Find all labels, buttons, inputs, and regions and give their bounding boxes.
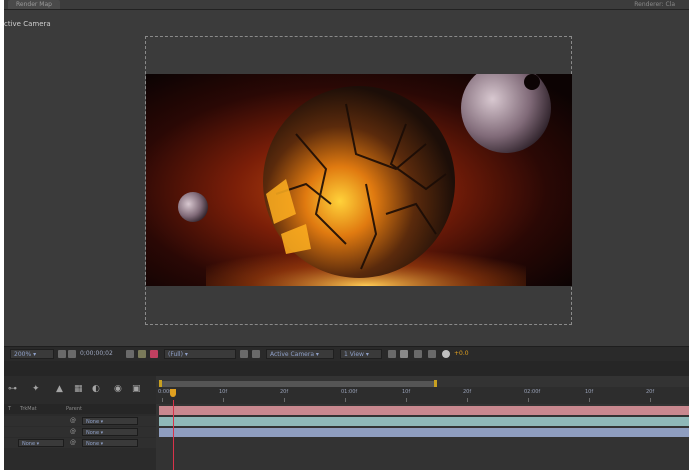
timeline-switches-bar: ⊶ ✦ ▲ ▦ ◐ ◉ ▣: [4, 376, 156, 402]
view-layout-value: 1 View: [344, 351, 364, 358]
parent-dropdown[interactable]: None ▾: [82, 428, 138, 436]
exposure-value[interactable]: +0.0: [454, 350, 469, 358]
ruler-label: 10f: [402, 389, 411, 395]
frame-blending-icon[interactable]: ▦: [74, 384, 83, 394]
column-t: T: [8, 406, 12, 412]
ruler-label: 01:00f: [341, 389, 358, 395]
parent-dropdown[interactable]: None ▾: [82, 417, 138, 425]
shy-layers-icon[interactable]: ▲: [56, 384, 63, 394]
camera-dropdown[interactable]: Active Camera ▾: [266, 349, 334, 359]
exposure-icon[interactable]: [442, 350, 450, 358]
ruler-label: 02:00f: [524, 389, 541, 395]
exploding-planet-image: [146, 74, 572, 286]
layer-duration-bar[interactable]: [159, 406, 689, 415]
camera-value: Active Camera: [270, 351, 315, 358]
brainstorm-icon[interactable]: ▣: [132, 384, 141, 394]
current-time-indicator[interactable]: [170, 389, 176, 397]
trkmat-value: None: [22, 441, 36, 447]
parent-dropdown[interactable]: None ▾: [82, 439, 138, 447]
fast-preview-icon[interactable]: [400, 350, 408, 358]
pickwhip-icon[interactable]: @: [70, 417, 76, 425]
ruler-tick: [467, 398, 468, 402]
ruler-tick: [589, 398, 590, 402]
ruler-label: 20f: [280, 389, 289, 395]
parent-value: None: [86, 441, 100, 447]
layer-row[interactable]: @ None ▾: [4, 427, 156, 437]
panel-divider[interactable]: [4, 361, 689, 376]
show-snapshot-icon[interactable]: [138, 350, 146, 358]
ruler-label: 20f: [646, 389, 655, 395]
snapshot-icon[interactable]: [126, 350, 134, 358]
ruler-tick: [162, 398, 163, 402]
toggle-pixel-icon[interactable]: [388, 350, 396, 358]
zoom-value: 200%: [14, 351, 32, 358]
tab-render-map[interactable]: Render Map: [8, 0, 60, 9]
resolution-value: (Full): [168, 351, 183, 358]
trkmat-dropdown[interactable]: None ▾: [18, 439, 64, 447]
draft-3d-icon[interactable]: ✦: [32, 384, 40, 394]
pickwhip-icon[interactable]: @: [70, 439, 76, 447]
mask-icon[interactable]: [68, 350, 76, 358]
active-camera-label: ctive Camera: [4, 20, 51, 28]
parent-value: None: [86, 419, 100, 425]
parent-value: None: [86, 430, 100, 436]
ruler-tick: [650, 398, 651, 402]
current-time[interactable]: 0;00;00;02: [80, 350, 113, 358]
composition-viewer[interactable]: ctive Camera: [4, 10, 689, 346]
panel-tabs-bar: Render Map Renderer: Cla: [4, 0, 689, 10]
after-effects-window: Render Map Renderer: Cla ctive Camera 20…: [4, 0, 689, 470]
composition-render-image[interactable]: [146, 74, 572, 286]
flowchart-icon[interactable]: [428, 350, 436, 358]
ruler-tick: [223, 398, 224, 402]
ruler-label: 10f: [219, 389, 228, 395]
region-of-interest-icon[interactable]: [240, 350, 248, 358]
transparency-grid-icon[interactable]: [252, 350, 260, 358]
resolution-dropdown[interactable]: (Full) ▾: [164, 349, 236, 359]
playhead-line: [173, 400, 174, 470]
timeline-panel: ⊶ ✦ ▲ ▦ ◐ ◉ ▣ T TrkMat Parent @ None ▾ @…: [4, 376, 689, 470]
ruler-tick: [284, 398, 285, 402]
motion-blur-icon[interactable]: ◐: [92, 384, 100, 394]
view-layout-dropdown[interactable]: 1 View ▾: [340, 349, 382, 359]
composition-mini-flowchart-icon[interactable]: ⊶: [8, 384, 17, 394]
ruler-tick: [528, 398, 529, 402]
ruler-tick: [406, 398, 407, 402]
graph-editor-icon[interactable]: ◉: [114, 384, 122, 394]
column-parent[interactable]: Parent: [66, 406, 82, 412]
viewer-toolbar: 200% ▾ 0;00;00;02 (Full) ▾ Active Camera…: [4, 346, 689, 361]
layer-duration-bar[interactable]: [159, 428, 689, 437]
channel-icon[interactable]: [150, 350, 158, 358]
grid-icon[interactable]: [58, 350, 66, 358]
pickwhip-icon[interactable]: @: [70, 428, 76, 436]
ruler-tick: [345, 398, 346, 402]
timeline-graph-area[interactable]: 0:00f 10f 20f 01:00f 10f 20f 02:00f 10f 20f: [156, 376, 689, 470]
layer-row[interactable]: None ▾ @ None ▾: [4, 438, 156, 448]
renderer-label[interactable]: Renderer: Cla: [634, 0, 675, 9]
layer-duration-bar[interactable]: [159, 417, 689, 426]
timeline-icon[interactable]: [414, 350, 422, 358]
timeline-column-headers: T TrkMat Parent: [4, 404, 156, 414]
column-trkmat[interactable]: TrkMat: [20, 406, 37, 412]
ruler-label: 20f: [463, 389, 472, 395]
zoom-dropdown[interactable]: 200% ▾: [10, 349, 54, 359]
ruler-label: 10f: [585, 389, 594, 395]
time-ruler[interactable]: 0:00f 10f 20f 01:00f 10f 20f 02:00f 10f 20f: [156, 387, 689, 404]
layer-row[interactable]: @ None ▾: [4, 416, 156, 426]
